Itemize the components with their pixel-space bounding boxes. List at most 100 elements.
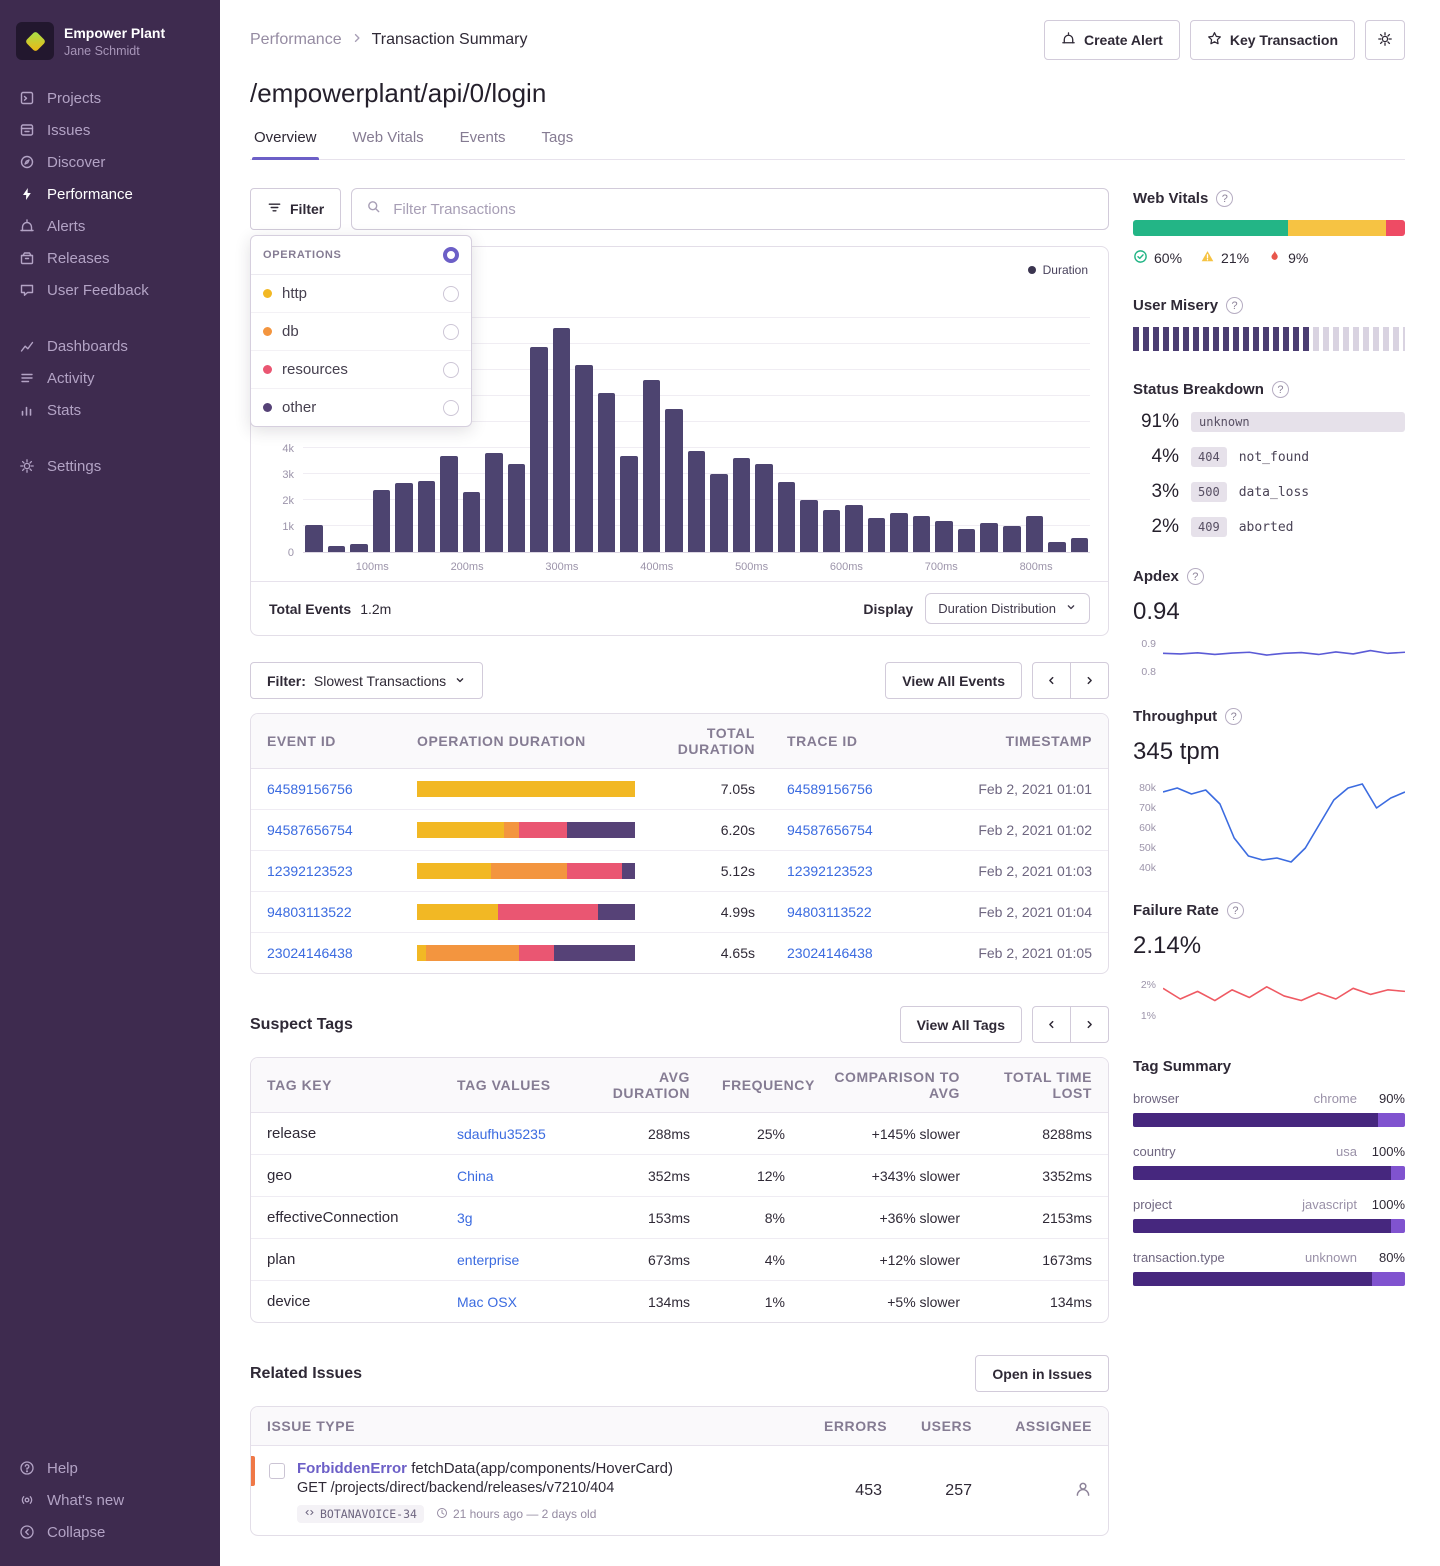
tag-summary-value: unknown bbox=[1305, 1250, 1357, 1265]
tag-value-link[interactable]: sdaufhu35235 bbox=[457, 1126, 546, 1142]
column-header-users: USERS bbox=[898, 1407, 988, 1445]
column-header-frequency: FREQUENCY bbox=[706, 1066, 801, 1104]
tag-summary-percent: 100% bbox=[1369, 1197, 1405, 1212]
event-id-link[interactable]: 12392123523 bbox=[267, 863, 353, 879]
column-header-total-duration: TOTAL DURATION bbox=[651, 714, 771, 768]
releases-icon bbox=[18, 249, 36, 267]
projects-icon bbox=[18, 89, 36, 107]
trace-id-link[interactable]: 94803113522 bbox=[787, 904, 872, 920]
sidebar-item-activity[interactable]: Activity bbox=[0, 362, 220, 394]
tag-value-link[interactable]: Mac OSX bbox=[457, 1294, 517, 1310]
operations-dropdown-header[interactable]: OPERATIONS bbox=[251, 236, 471, 275]
sidebar-item-issues[interactable]: Issues bbox=[0, 114, 220, 146]
issue-age: 21 hours ago — 2 days old bbox=[436, 1507, 596, 1522]
sidebar-item-dashboards[interactable]: Dashboards bbox=[0, 330, 220, 362]
other-radio[interactable] bbox=[443, 400, 459, 416]
apdex-title: Apdex bbox=[1133, 568, 1179, 585]
event-row: 94803113522 4.99s 94803113522 Feb 2, 202… bbox=[251, 892, 1108, 933]
sidebar-item-settings[interactable]: Settings bbox=[0, 450, 220, 482]
suspect-tag-row: effectiveConnection 3g 153ms 8% +36% slo… bbox=[251, 1197, 1108, 1239]
tag-value-link[interactable]: 3g bbox=[457, 1210, 473, 1226]
trace-id-link[interactable]: 12392123523 bbox=[787, 863, 873, 879]
next-page-button[interactable] bbox=[1070, 662, 1109, 699]
event-id-link[interactable]: 64589156756 bbox=[267, 781, 353, 797]
next-page-button[interactable] bbox=[1070, 1006, 1109, 1043]
status-code-badge: 409 bbox=[1191, 517, 1227, 537]
column-header-comparison: COMPARISON TO AVG bbox=[801, 1058, 976, 1112]
key-transaction-button[interactable]: Key Transaction bbox=[1190, 20, 1355, 60]
db-radio[interactable] bbox=[443, 324, 459, 340]
event-id-link[interactable]: 94803113522 bbox=[267, 904, 352, 920]
breadcrumb-parent[interactable]: Performance bbox=[250, 31, 342, 49]
previous-page-button[interactable] bbox=[1032, 662, 1071, 699]
events-filter-label: Filter: bbox=[267, 673, 306, 689]
issue-short-id[interactable]: BOTANAVOICE-34 bbox=[297, 1505, 424, 1523]
tab-tags[interactable]: Tags bbox=[540, 129, 576, 159]
trace-id-link[interactable]: 64589156756 bbox=[787, 781, 873, 797]
question-icon[interactable]: ? bbox=[1272, 381, 1289, 398]
trace-id-link[interactable]: 94587656754 bbox=[787, 822, 873, 838]
tab-web-vitals[interactable]: Web Vitals bbox=[351, 129, 426, 159]
sidebar-item-collapse[interactable]: Collapse bbox=[0, 1516, 220, 1548]
operations-item-db[interactable]: db bbox=[251, 313, 471, 351]
status-label: aborted bbox=[1239, 520, 1294, 535]
status-label: data_loss bbox=[1239, 485, 1309, 500]
display-select-value: Duration Distribution bbox=[938, 601, 1056, 616]
status-label: not_found bbox=[1239, 450, 1309, 465]
tag-summary-row: country usa 100% bbox=[1133, 1144, 1405, 1180]
issue-type-link[interactable]: ForbiddenError bbox=[297, 1460, 407, 1477]
question-icon[interactable]: ? bbox=[1227, 902, 1244, 919]
view-all-tags-button[interactable]: View All Tags bbox=[900, 1006, 1022, 1043]
tab-events[interactable]: Events bbox=[458, 129, 508, 159]
tag-value-link[interactable]: enterprise bbox=[457, 1252, 519, 1268]
sidebar-item-help[interactable]: Help bbox=[0, 1452, 220, 1484]
time-lost: 3352ms bbox=[976, 1156, 1108, 1196]
issue-assignee[interactable] bbox=[988, 1468, 1108, 1513]
tab-overview[interactable]: Overview bbox=[252, 129, 319, 159]
sidebar-item-whats-new[interactable]: What's new bbox=[0, 1484, 220, 1516]
event-id-link[interactable]: 23024146438 bbox=[267, 945, 353, 961]
column-header-tag-key: TAG KEY bbox=[251, 1066, 441, 1104]
http-radio[interactable] bbox=[443, 286, 459, 302]
operations-item-resources[interactable]: resources bbox=[251, 351, 471, 389]
trace-id-link[interactable]: 23024146438 bbox=[787, 945, 873, 961]
events-table-header: EVENT ID OPERATION DURATION TOTAL DURATI… bbox=[251, 714, 1108, 769]
operations-item-other[interactable]: other bbox=[251, 389, 471, 426]
event-id-link[interactable]: 94587656754 bbox=[267, 822, 353, 838]
status-percent: 2% bbox=[1133, 516, 1179, 538]
search-input[interactable] bbox=[391, 200, 1094, 219]
events-pagination bbox=[1032, 662, 1109, 699]
create-alert-button[interactable]: Create Alert bbox=[1044, 20, 1180, 60]
previous-page-button[interactable] bbox=[1032, 1006, 1071, 1043]
feedback-bubble-icon bbox=[18, 281, 36, 299]
related-issues-header: Related Issues Open in Issues bbox=[250, 1355, 1109, 1392]
sidebar-item-releases[interactable]: Releases bbox=[0, 242, 220, 274]
operations-all-radio[interactable] bbox=[443, 247, 459, 263]
display-select[interactable]: Duration Distribution bbox=[925, 593, 1090, 624]
tag-summary-bar bbox=[1133, 1113, 1405, 1127]
sidebar-item-performance[interactable]: Performance bbox=[0, 178, 220, 210]
suspect-tag-row: plan enterprise 673ms 4% +12% slower 167… bbox=[251, 1239, 1108, 1281]
column-header-trace-id: TRACE ID bbox=[771, 722, 936, 760]
sidebar-item-discover[interactable]: Discover bbox=[0, 146, 220, 178]
issue-checkbox[interactable] bbox=[269, 1463, 285, 1479]
tag-summary-section: Tag Summary browser chrome 90% country bbox=[1133, 1058, 1405, 1286]
sidebar-item-stats[interactable]: Stats bbox=[0, 394, 220, 426]
resources-radio[interactable] bbox=[443, 362, 459, 378]
question-icon[interactable]: ? bbox=[1226, 297, 1243, 314]
settings-button[interactable] bbox=[1365, 20, 1405, 60]
events-filter-select[interactable]: Filter: Slowest Transactions bbox=[250, 662, 483, 699]
sidebar-item-projects[interactable]: Projects bbox=[0, 82, 220, 114]
sidebar-item-alerts[interactable]: Alerts bbox=[0, 210, 220, 242]
filter-button[interactable]: Filter bbox=[250, 188, 341, 230]
tag-value-link[interactable]: China bbox=[457, 1168, 494, 1184]
question-icon[interactable]: ? bbox=[1225, 708, 1242, 725]
view-all-events-button[interactable]: View All Events bbox=[885, 662, 1022, 699]
open-in-issues-button[interactable]: Open in Issues bbox=[975, 1355, 1109, 1392]
org-switcher[interactable]: Empower Plant Jane Schmidt bbox=[0, 14, 220, 82]
sidebar-item-user-feedback[interactable]: User Feedback bbox=[0, 274, 220, 306]
operations-item-http[interactable]: http bbox=[251, 275, 471, 313]
question-icon[interactable]: ? bbox=[1216, 190, 1233, 207]
status-row: 2% 409 aborted bbox=[1133, 516, 1405, 538]
question-icon[interactable]: ? bbox=[1187, 568, 1204, 585]
